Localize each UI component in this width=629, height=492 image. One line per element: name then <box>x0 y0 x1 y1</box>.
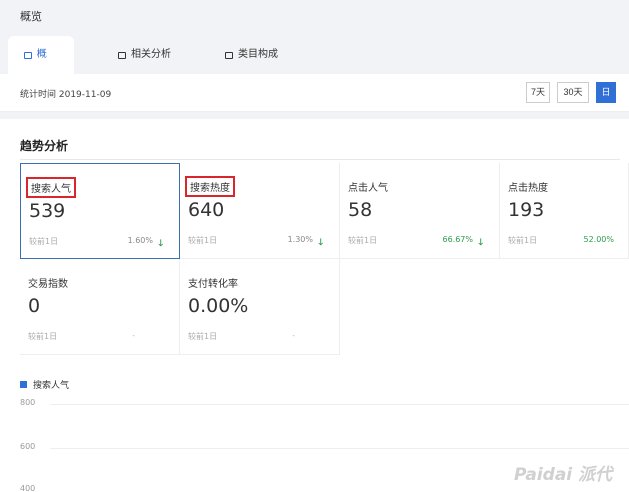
metric-value: 58 <box>348 199 373 221</box>
metric-value: 640 <box>188 199 225 221</box>
metric-name: 搜索人气 <box>26 177 76 198</box>
home-icon <box>225 52 233 59</box>
metric-card-click-popularity[interactable]: 点击人气 58 较前1日 66.67% 🡓 <box>340 163 500 259</box>
page-header: 概览 概况 相关分析 类目构成 <box>0 0 629 90</box>
tab-related-analysis[interactable]: 相关分析 <box>102 36 189 74</box>
tab-overview[interactable]: 概况 <box>8 36 74 90</box>
range-day-button[interactable]: 日 <box>596 82 616 103</box>
tab-label: 相关分析 <box>131 49 171 60</box>
change-percent: 52.00% <box>583 235 614 244</box>
metric-name: 点击人气 <box>348 183 388 194</box>
arrow-down-icon: 🡓 <box>478 238 483 248</box>
metric-card-search-popularity[interactable]: 搜索人气 539 较前1日 1.60% 🡓 <box>20 163 180 259</box>
change-percent: 66.67% <box>442 235 473 244</box>
grid-line <box>50 404 629 405</box>
filter-bar: 统计时间 2019-11-09 7天 30天 日 <box>0 74 629 112</box>
page-title: 概览 <box>20 10 42 23</box>
change-percent: 1.30% <box>287 235 313 244</box>
y-tick-label: 400 <box>20 484 36 492</box>
range-30-days-button[interactable]: 30天 <box>557 82 589 103</box>
y-tick-label: 800 <box>20 398 36 407</box>
tab-label: 类目构成 <box>238 49 278 60</box>
grid-line <box>50 448 629 449</box>
compare-label: 较前1日 <box>188 236 218 245</box>
metric-name: 点击热度 <box>508 183 548 194</box>
legend-label: 搜索人气 <box>33 381 70 391</box>
metric-card-search-heat[interactable]: 搜索热度 640 较前1日 1.30% 🡓 <box>180 163 340 259</box>
compare-label: 较前1日 <box>348 236 378 245</box>
y-tick-label: 600 <box>20 442 36 451</box>
arrow-down-icon: 🡓 <box>158 239 163 249</box>
metric-name: 搜索热度 <box>185 176 235 197</box>
divider <box>20 159 620 160</box>
metric-value: 193 <box>508 199 545 221</box>
home-icon <box>118 52 126 59</box>
watermark: Paidai 派代 <box>514 465 613 485</box>
change-percent: 1.60% <box>127 236 153 245</box>
tab-category-composition[interactable]: 类目构成 <box>209 36 296 74</box>
legend-swatch <box>20 381 27 388</box>
range-7-days-button[interactable]: 7天 <box>526 82 550 103</box>
compare-label: 较前1日 <box>29 237 59 246</box>
home-icon <box>24 52 32 59</box>
stat-date: 统计时间 2019-11-09 <box>20 90 112 100</box>
chart-legend[interactable]: 搜索人气 <box>20 378 69 391</box>
arrow-down-icon: 🡓 <box>318 238 323 248</box>
section-title: 趋势分析 <box>20 139 69 153</box>
metric-value: 539 <box>29 200 66 222</box>
tab-bar: 概况 相关分析 类目构成 <box>8 36 296 90</box>
metric-card-click-heat[interactable]: 点击热度 193 较前1日 52.00% <box>500 163 629 259</box>
trend-line-chart[interactable] <box>0 270 629 373</box>
compare-label: 较前1日 <box>508 236 538 245</box>
